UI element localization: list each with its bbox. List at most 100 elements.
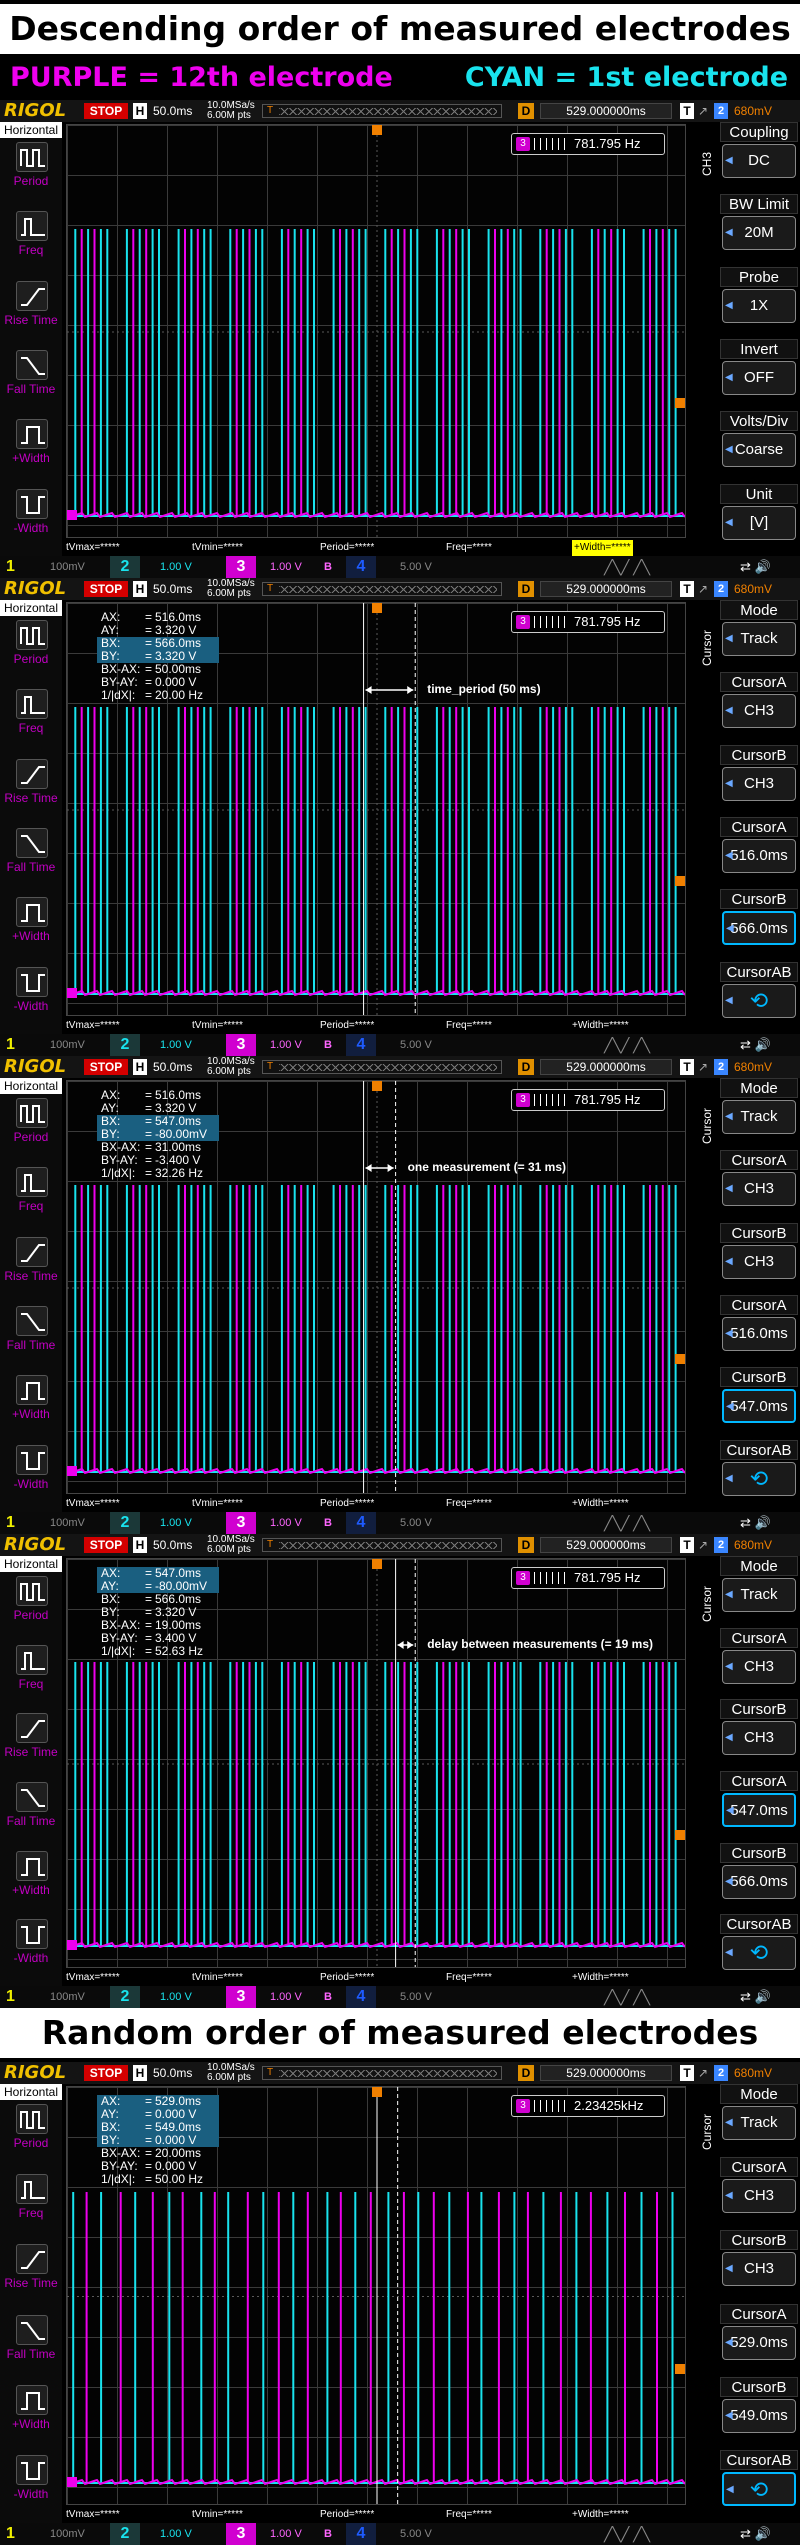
waveform-shortcut-icons[interactable]: ╱╲╱ ╱╲ — [604, 1034, 650, 1056]
softkey[interactable]: CursorB ◀ 566.0ms — [718, 889, 800, 951]
softkey-value[interactable]: ◀ OFF — [722, 361, 796, 395]
softkey-value[interactable]: ◀ 1X — [722, 288, 796, 323]
measure-item[interactable]: Period — [8, 1576, 56, 1622]
softkey-value[interactable]: ◀ CH3 — [722, 694, 796, 729]
measure-item[interactable]: -Width — [8, 966, 56, 1013]
measurement-result[interactable]: Freq=***** — [446, 1018, 492, 1034]
channel-1-button[interactable]: 1 — [6, 2523, 15, 2545]
softkey[interactable]: CursorA ◀ CH3 — [718, 1627, 800, 1690]
softkey[interactable]: Coupling ◀ DC — [718, 122, 800, 184]
measurement-result[interactable]: +Width=***** — [572, 1496, 629, 1512]
measure-item[interactable]: Freq — [8, 689, 56, 735]
waveform-display[interactable]: 3 781.795 Hz — [66, 124, 686, 538]
measure-item[interactable]: Fall Time — [7, 350, 56, 396]
softkey-value[interactable]: ◀ 516.0ms — [722, 839, 796, 873]
memory-overview[interactable]: T — [262, 1060, 502, 1074]
measure-item[interactable]: Freq — [8, 211, 56, 257]
measurement-result[interactable]: tVmin=***** — [192, 1970, 243, 1986]
channel-3-button[interactable]: 3 — [226, 1034, 256, 1056]
delay-value[interactable]: 529.000000ms — [540, 1537, 672, 1553]
measurement-result[interactable]: Freq=***** — [446, 540, 492, 556]
softkey[interactable]: CursorAB ◀ ⟲ — [718, 961, 800, 1024]
channel-4-button[interactable]: 4 — [346, 2523, 376, 2545]
delay-value[interactable]: 529.000000ms — [540, 103, 672, 119]
delay-value[interactable]: 529.000000ms — [540, 581, 672, 597]
channel-3-ground-marker[interactable] — [67, 1466, 77, 1476]
softkey[interactable]: Volts/Div ◀ Coarse — [718, 411, 800, 473]
trigger-level[interactable]: 680mV — [734, 103, 772, 119]
waveform-shortcut-icons[interactable]: ╱╲╱ ╱╲ — [604, 1986, 650, 2008]
softkey[interactable]: CursorA ◀ 516.0ms — [718, 817, 800, 879]
trigger-level-marker[interactable] — [675, 876, 685, 886]
channel-4-button[interactable]: 4 — [346, 556, 376, 578]
measurement-result[interactable]: tVmax=***** — [66, 1018, 120, 1034]
softkey[interactable]: CursorA ◀ 516.0ms — [718, 1295, 800, 1357]
delay-value[interactable]: 529.000000ms — [540, 2065, 672, 2081]
softkey-value[interactable]: ◀ 566.0ms — [722, 1864, 796, 1899]
softkey-value[interactable]: ◀ Coarse — [722, 433, 796, 468]
softkey[interactable]: BW Limit ◀ 20M — [718, 194, 800, 256]
softkey-value[interactable]: ◀ DC — [722, 144, 796, 178]
measurement-result[interactable]: Freq=***** — [446, 1496, 492, 1512]
run-stop-status[interactable]: STOP — [84, 1059, 128, 1075]
measure-item[interactable]: Rise Time — [4, 1713, 58, 1759]
run-stop-status[interactable]: STOP — [84, 2065, 128, 2081]
channel-1-button[interactable]: 1 — [6, 1034, 15, 1056]
measure-item[interactable]: -Width — [8, 1444, 56, 1491]
memory-overview[interactable]: T — [262, 2066, 502, 2080]
run-stop-status[interactable]: STOP — [84, 1537, 128, 1553]
softkey[interactable]: CursorA ◀ CH3 — [718, 2157, 800, 2219]
channel-2-button[interactable]: 2 — [110, 1512, 140, 1534]
channel-2-button[interactable]: 2 — [110, 556, 140, 578]
softkey[interactable]: CursorB ◀ 566.0ms — [718, 1842, 800, 1905]
measure-item[interactable]: Period — [8, 142, 56, 188]
trigger-level[interactable]: 680mV — [734, 2065, 772, 2081]
softkey-value[interactable]: ◀ Track — [722, 622, 796, 656]
softkey-value[interactable]: ◀ Track — [722, 1578, 796, 1612]
measure-item[interactable]: Freq — [8, 2174, 56, 2220]
softkey-value[interactable]: ◀ ⟲ — [722, 983, 796, 1018]
channel-4-button[interactable]: 4 — [346, 1034, 376, 1056]
timebase-value[interactable]: 50.0ms — [153, 581, 192, 597]
softkey-value[interactable]: ◀ 566.0ms — [722, 911, 796, 946]
softkey[interactable]: Mode ◀ Track — [718, 600, 800, 662]
softkey-value[interactable]: ◀ CH3 — [722, 1721, 796, 1756]
softkey-value[interactable]: ◀ 516.0ms — [722, 1317, 796, 1351]
measurement-result[interactable]: +Width=***** — [572, 1018, 629, 1034]
measure-item[interactable]: Fall Time — [7, 1306, 56, 1352]
measurement-result[interactable]: tVmin=***** — [192, 1018, 243, 1034]
softkey[interactable]: CursorB ◀ 549.0ms — [718, 2376, 800, 2439]
softkey-value[interactable]: ◀ Track — [722, 1100, 796, 1134]
softkey-value[interactable]: ◀ ⟲ — [722, 1936, 796, 1971]
channel-3-button[interactable]: 3 — [226, 1986, 256, 2008]
measurement-result[interactable]: +Width=***** — [572, 1970, 629, 1986]
softkey-value[interactable]: ◀ CH3 — [722, 2252, 796, 2287]
channel-1-button[interactable]: 1 — [6, 556, 15, 578]
softkey[interactable]: Invert ◀ OFF — [718, 339, 800, 401]
channel-4-button[interactable]: 4 — [346, 1986, 376, 2008]
softkey[interactable]: CursorA ◀ CH3 — [718, 672, 800, 734]
measurement-result[interactable]: Period=***** — [320, 1496, 374, 1512]
channel-3-ground-marker[interactable] — [67, 1940, 77, 1950]
measurement-result[interactable]: Period=***** — [320, 540, 374, 556]
measurement-result[interactable]: tVmin=***** — [192, 2507, 243, 2523]
channel-2-button[interactable]: 2 — [110, 1034, 140, 1056]
softkey[interactable]: CursorAB ◀ ⟲ — [718, 1439, 800, 1502]
waveform-shortcut-icons[interactable]: ╱╲╱ ╱╲ — [604, 2523, 650, 2545]
memory-overview[interactable]: T — [262, 582, 502, 596]
measure-item[interactable]: +Width — [8, 419, 56, 465]
measurement-result[interactable]: Period=***** — [320, 1018, 374, 1034]
channel-2-button[interactable]: 2 — [110, 1986, 140, 2008]
timebase-value[interactable]: 50.0ms — [153, 1059, 192, 1075]
softkey-value[interactable]: ◀ CH3 — [722, 766, 796, 801]
delay-value[interactable]: 529.000000ms — [540, 1059, 672, 1075]
softkey-value[interactable]: ◀ CH3 — [722, 1244, 796, 1279]
softkey[interactable]: CursorA ◀ 547.0ms — [718, 1771, 800, 1833]
softkey-value[interactable]: ◀ 547.0ms — [722, 1793, 796, 1827]
softkey-value[interactable]: ◀ ⟲ — [722, 1461, 796, 1496]
trigger-level-marker[interactable] — [675, 1830, 685, 1840]
measure-item[interactable]: +Width — [8, 1850, 56, 1897]
channel-4-button[interactable]: 4 — [346, 1512, 376, 1534]
waveform-shortcut-icons[interactable]: ╱╲╱ ╱╲ — [604, 1512, 650, 1534]
softkey-value[interactable]: ◀ CH3 — [722, 1172, 796, 1207]
